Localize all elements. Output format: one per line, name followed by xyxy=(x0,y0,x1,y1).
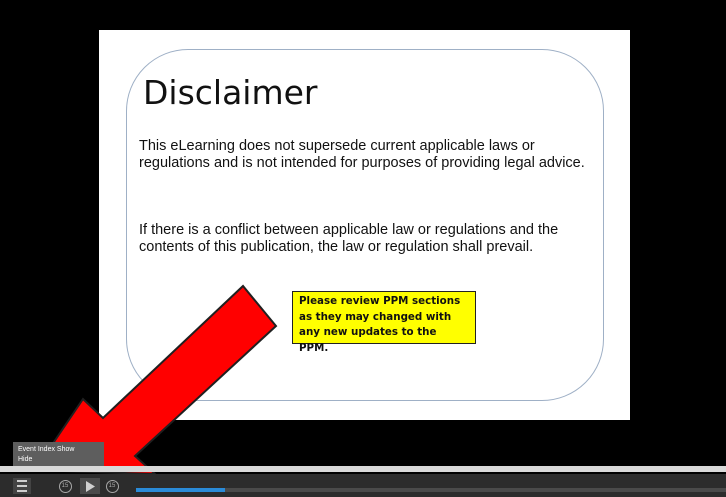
video-stage: Disclaimer This eLearning does not super… xyxy=(0,0,726,466)
tooltip-line-show[interactable]: Event Index Show xyxy=(18,445,99,455)
player-divider xyxy=(0,466,726,472)
slide: Disclaimer This eLearning does not super… xyxy=(99,30,630,420)
event-index-button[interactable] xyxy=(13,478,31,494)
tooltip-line-hide[interactable]: Hide xyxy=(18,455,99,465)
ppm-note-box: Please review PPM sections as they may c… xyxy=(292,291,476,354)
skip-back-button[interactable]: 15 xyxy=(57,478,73,494)
seek-progress xyxy=(136,488,225,492)
hamburger-menu-icon xyxy=(17,479,27,494)
seek-bar[interactable] xyxy=(136,488,726,492)
forward-15-icon: 15 xyxy=(105,479,119,493)
skip-forward-button[interactable]: 15 xyxy=(104,478,120,494)
play-button[interactable] xyxy=(80,478,100,494)
disclaimer-paragraph-2: If there is a conflict between applicabl… xyxy=(139,222,559,255)
slide-title: Disclaimer xyxy=(143,73,318,112)
play-icon xyxy=(86,480,95,492)
disclaimer-paragraph-1: This eLearning does not supersede curren… xyxy=(139,138,585,171)
rewind-15-icon: 15 xyxy=(58,479,72,493)
